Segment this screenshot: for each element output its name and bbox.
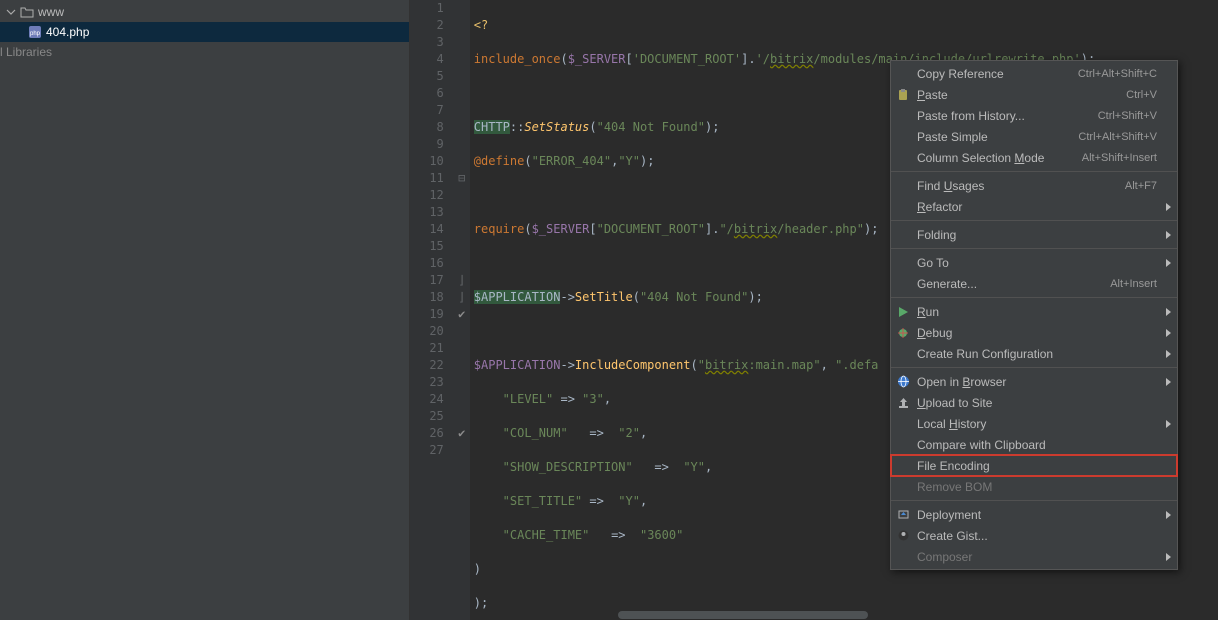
gist-icon (895, 528, 911, 544)
menu-item-label: Local History (917, 417, 1157, 431)
menu-item-shortcut: Ctrl+Shift+V (1098, 110, 1157, 122)
debug-icon (895, 325, 911, 341)
menu-separator (891, 500, 1177, 501)
menu-item-debug[interactable]: Debug (891, 322, 1177, 343)
menu-item-shortcut: Ctrl+Alt+Shift+C (1078, 68, 1157, 80)
project-tree: www php 404.php l Libraries (0, 0, 410, 620)
menu-item-label: Column Selection Mode (917, 151, 1082, 165)
menu-item-label: Run (917, 305, 1157, 319)
tree-file-label: 404.php (46, 25, 89, 39)
menu-item-label: Generate... (917, 277, 1110, 291)
menu-separator (891, 367, 1177, 368)
submenu-arrow-icon (1166, 350, 1171, 358)
menu-item-local-history[interactable]: Local History (891, 413, 1177, 434)
menu-item-shortcut: Alt+Shift+Insert (1082, 152, 1157, 164)
menu-item-label: Remove BOM (917, 480, 1157, 494)
horizontal-scrollbar[interactable] (618, 611, 868, 619)
menu-item-label: Debug (917, 326, 1157, 340)
checkmark-icon: ✔ (454, 306, 470, 323)
tree-folder-label: www (38, 5, 64, 19)
fold-gutter: ⊟ ⌋ ⌋ ✔ ✔ (454, 0, 470, 620)
submenu-arrow-icon (1166, 378, 1171, 386)
menu-item-label: Paste from History... (917, 109, 1098, 123)
submenu-arrow-icon (1166, 203, 1171, 211)
submenu-arrow-icon (1166, 259, 1171, 267)
run-icon (895, 304, 911, 320)
menu-item-folding[interactable]: Folding (891, 224, 1177, 245)
menu-item-run[interactable]: Run (891, 301, 1177, 322)
submenu-arrow-icon (1166, 553, 1171, 561)
menu-item-label: Upload to Site (917, 396, 1157, 410)
menu-item-label: Folding (917, 228, 1157, 242)
menu-item-label: Composer (917, 550, 1157, 564)
menu-item-upload-to-site[interactable]: Upload to Site (891, 392, 1177, 413)
submenu-arrow-icon (1166, 329, 1171, 337)
menu-item-compare-with-clipboard[interactable]: Compare with Clipboard (891, 434, 1177, 455)
menu-item-label: Go To (917, 256, 1157, 270)
menu-item-open-in-browser[interactable]: Open in Browser (891, 371, 1177, 392)
menu-item-composer: Composer (891, 546, 1177, 567)
menu-item-shortcut: Alt+F7 (1125, 180, 1157, 192)
menu-item-file-encoding[interactable]: File Encoding (891, 455, 1177, 476)
menu-item-create-run-configuration[interactable]: Create Run Configuration (891, 343, 1177, 364)
tree-libraries-label: l Libraries (0, 45, 52, 59)
menu-item-label: File Encoding (917, 459, 1157, 473)
menu-item-label: Refactor (917, 200, 1157, 214)
browser-icon (895, 374, 911, 390)
menu-item-paste-from-history[interactable]: Paste from History...Ctrl+Shift+V (891, 105, 1177, 126)
menu-separator (891, 220, 1177, 221)
menu-item-go-to[interactable]: Go To (891, 252, 1177, 273)
menu-item-copy-reference[interactable]: Copy ReferenceCtrl+Alt+Shift+C (891, 63, 1177, 84)
menu-item-shortcut: Ctrl+V (1126, 89, 1157, 101)
menu-item-label: Copy Reference (917, 67, 1078, 81)
submenu-arrow-icon (1166, 308, 1171, 316)
deploy-icon (895, 507, 911, 523)
submenu-arrow-icon (1166, 511, 1171, 519)
fold-end-icon: ⌋ (454, 289, 470, 306)
menu-item-generate[interactable]: Generate...Alt+Insert (891, 273, 1177, 294)
tree-folder-row[interactable]: www (0, 2, 409, 22)
menu-item-label: Deployment (917, 508, 1157, 522)
menu-item-paste-simple[interactable]: Paste SimpleCtrl+Alt+Shift+V (891, 126, 1177, 147)
menu-item-label: Paste Simple (917, 130, 1078, 144)
menu-item-label: Paste (917, 88, 1126, 102)
menu-item-label: Compare with Clipboard (917, 438, 1157, 452)
menu-item-label: Open in Browser (917, 375, 1157, 389)
menu-item-refactor[interactable]: Refactor (891, 196, 1177, 217)
menu-item-column-selection-mode[interactable]: Column Selection ModeAlt+Shift+Insert (891, 147, 1177, 168)
menu-item-shortcut: Alt+Insert (1110, 278, 1157, 290)
submenu-arrow-icon (1166, 231, 1171, 239)
menu-item-paste[interactable]: PasteCtrl+V (891, 84, 1177, 105)
paste-icon (895, 87, 911, 103)
checkmark-icon: ✔ (454, 425, 470, 442)
fold-minus-icon[interactable]: ⊟ (454, 170, 470, 187)
folder-icon (20, 6, 34, 18)
chevron-down-icon (6, 7, 16, 17)
svg-text:php: php (30, 31, 41, 37)
menu-item-label: Find Usages (917, 179, 1125, 193)
menu-item-shortcut: Ctrl+Alt+Shift+V (1078, 131, 1157, 143)
menu-item-deployment[interactable]: Deployment (891, 504, 1177, 525)
menu-item-remove-bom: Remove BOM (891, 476, 1177, 497)
tree-file-row[interactable]: php 404.php (0, 22, 409, 42)
upload-icon (895, 395, 911, 411)
menu-item-label: Create Run Configuration (917, 347, 1157, 361)
menu-item-label: Create Gist... (917, 529, 1157, 543)
menu-item-find-usages[interactable]: Find UsagesAlt+F7 (891, 175, 1177, 196)
tree-libraries-row[interactable]: l Libraries (0, 42, 409, 62)
menu-item-create-gist[interactable]: Create Gist... (891, 525, 1177, 546)
menu-separator (891, 248, 1177, 249)
menu-separator (891, 171, 1177, 172)
fold-end-icon: ⌋ (454, 272, 470, 289)
context-menu: Copy ReferenceCtrl+Alt+Shift+CPasteCtrl+… (890, 60, 1178, 570)
menu-separator (891, 297, 1177, 298)
submenu-arrow-icon (1166, 420, 1171, 428)
line-number-gutter: 1 2 3 4 5 6 7 8 9 10 11 12 13 14 15 16 1… (410, 0, 454, 620)
php-file-icon: php (28, 25, 42, 39)
